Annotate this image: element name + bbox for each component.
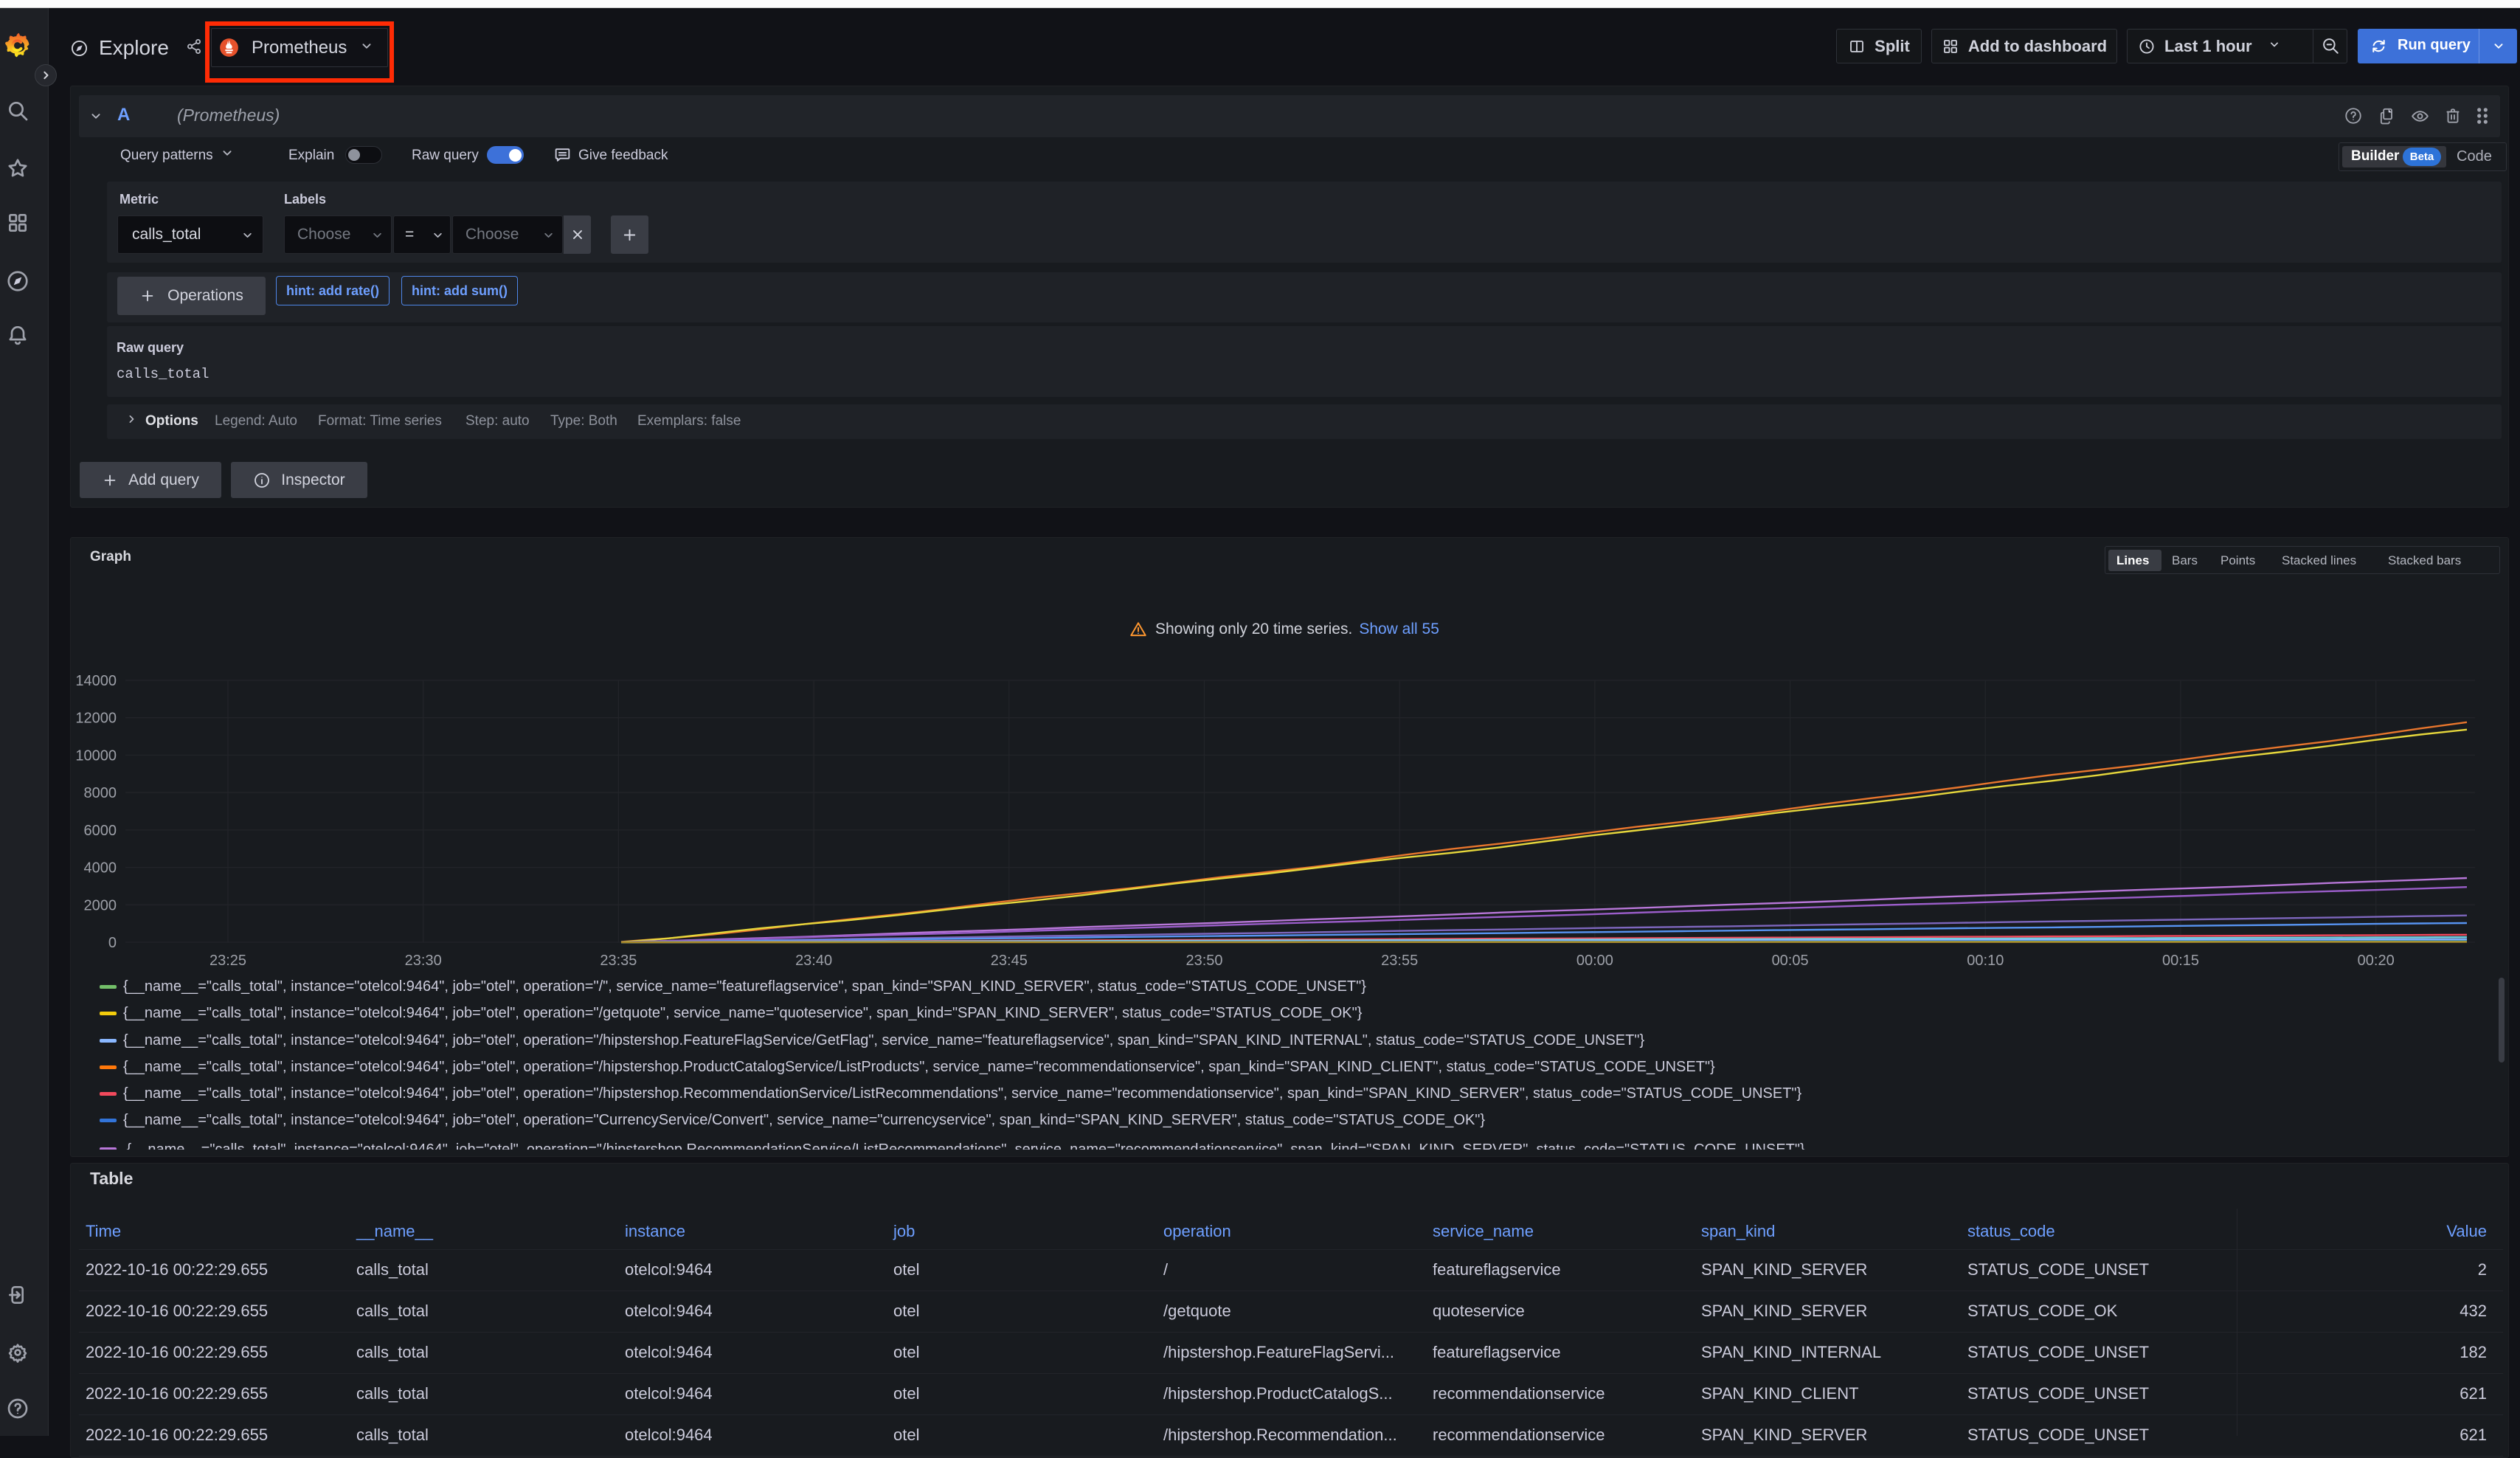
svg-text:23:35: 23:35: [600, 953, 637, 969]
svg-text:23:45: 23:45: [991, 953, 1028, 969]
svg-text:6000: 6000: [84, 823, 117, 839]
svg-text:00:15: 00:15: [2162, 953, 2199, 969]
svg-text:23:50: 23:50: [1185, 953, 1222, 969]
svg-text:12000: 12000: [75, 711, 117, 727]
svg-text:14000: 14000: [75, 673, 117, 689]
svg-text:00:20: 00:20: [2358, 953, 2395, 969]
svg-text:0: 0: [108, 935, 117, 951]
svg-text:23:40: 23:40: [795, 953, 832, 969]
svg-text:23:30: 23:30: [405, 953, 442, 969]
svg-text:23:55: 23:55: [1381, 953, 1418, 969]
svg-text:00:05: 00:05: [1772, 953, 1809, 969]
svg-text:00:10: 00:10: [1967, 953, 2004, 969]
svg-text:4000: 4000: [84, 860, 117, 877]
svg-text:2000: 2000: [84, 897, 117, 913]
svg-text:10000: 10000: [75, 747, 117, 764]
svg-text:8000: 8000: [84, 785, 117, 801]
svg-text:23:25: 23:25: [210, 953, 246, 969]
svg-text:00:00: 00:00: [1576, 953, 1613, 969]
